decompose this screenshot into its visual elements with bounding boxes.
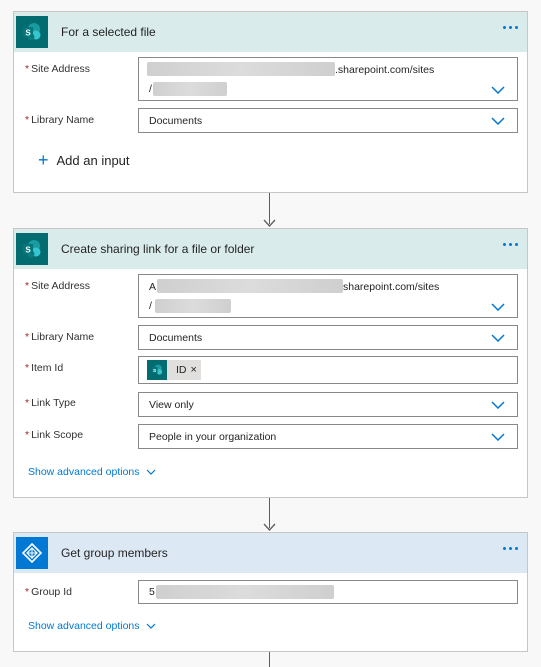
link-type-dropdown[interactable]: View only (138, 392, 518, 417)
card-header[interactable]: Get group members (14, 533, 527, 573)
svg-text:S: S (25, 29, 31, 38)
action-card-get-group-members: Get group members * Group Id 5 Show advan… (13, 532, 528, 652)
chevron-down-icon[interactable] (491, 401, 505, 409)
group-id-field[interactable]: 5 (138, 580, 518, 604)
flow-connector (269, 652, 270, 667)
card-title: Create sharing link for a file or folder (61, 242, 255, 256)
chevron-down-icon[interactable] (491, 303, 505, 311)
group-id-label: * Group Id (25, 586, 72, 598)
redacted-text (157, 279, 343, 293)
card-title: Get group members (61, 546, 168, 560)
link-scope-dropdown[interactable]: People in your organization (138, 424, 518, 449)
site-address-field[interactable]: A sharepoint.com/sites / (138, 274, 518, 318)
more-options-icon[interactable] (503, 547, 518, 550)
dynamic-content-token[interactable]: S ID × (147, 360, 201, 380)
action-card-create-sharing-link: S Create sharing link for a file or fold… (13, 228, 528, 498)
token-label: ID (176, 364, 187, 376)
library-name-dropdown[interactable]: Documents (138, 325, 518, 350)
site-address-field[interactable]: .sharepoint.com/sites / (138, 57, 518, 101)
site-address-label: * Site Address (25, 63, 91, 75)
chevron-down-icon[interactable] (491, 433, 505, 441)
sharepoint-icon: S (147, 360, 167, 380)
arrow-down-icon (263, 219, 276, 227)
library-name-label: * Library Name (25, 331, 95, 343)
redacted-text (147, 62, 335, 76)
card-header[interactable]: S Create sharing link for a file or fold… (14, 229, 527, 269)
link-type-label: * Link Type (25, 397, 76, 409)
sharepoint-icon: S (16, 233, 48, 265)
plus-icon: + (38, 150, 49, 170)
arrow-down-icon (263, 523, 276, 531)
item-id-label: * Item Id (25, 362, 64, 374)
more-options-icon[interactable] (503, 243, 518, 246)
show-advanced-options-link[interactable]: Show advanced options (28, 466, 156, 478)
more-options-icon[interactable] (503, 26, 518, 29)
chevron-down-icon[interactable] (491, 117, 505, 125)
remove-token-icon[interactable]: × (191, 364, 197, 376)
card-header[interactable]: S For a selected file (14, 12, 527, 52)
chevron-down-icon[interactable] (491, 334, 505, 342)
add-input-button[interactable]: + Add an input (38, 150, 130, 170)
azure-ad-icon (16, 537, 48, 569)
show-advanced-options-link[interactable]: Show advanced options (28, 620, 156, 632)
redacted-text (155, 299, 231, 313)
chevron-down-icon[interactable] (491, 86, 505, 94)
chevron-down-icon (146, 469, 155, 475)
site-address-label: * Site Address (25, 280, 91, 292)
redacted-text (153, 82, 227, 96)
library-name-dropdown[interactable]: Documents (138, 108, 518, 133)
link-scope-label: * Link Scope (25, 429, 84, 441)
card-title: For a selected file (61, 25, 156, 39)
sharepoint-icon: S (16, 16, 48, 48)
trigger-card-selected-file: S For a selected file * Site Address .sha… (13, 11, 528, 193)
chevron-down-icon (146, 623, 155, 629)
redacted-text (156, 585, 334, 599)
svg-text:S: S (25, 246, 31, 255)
library-name-label: * Library Name (25, 114, 95, 126)
item-id-field[interactable]: S ID × (138, 356, 518, 384)
